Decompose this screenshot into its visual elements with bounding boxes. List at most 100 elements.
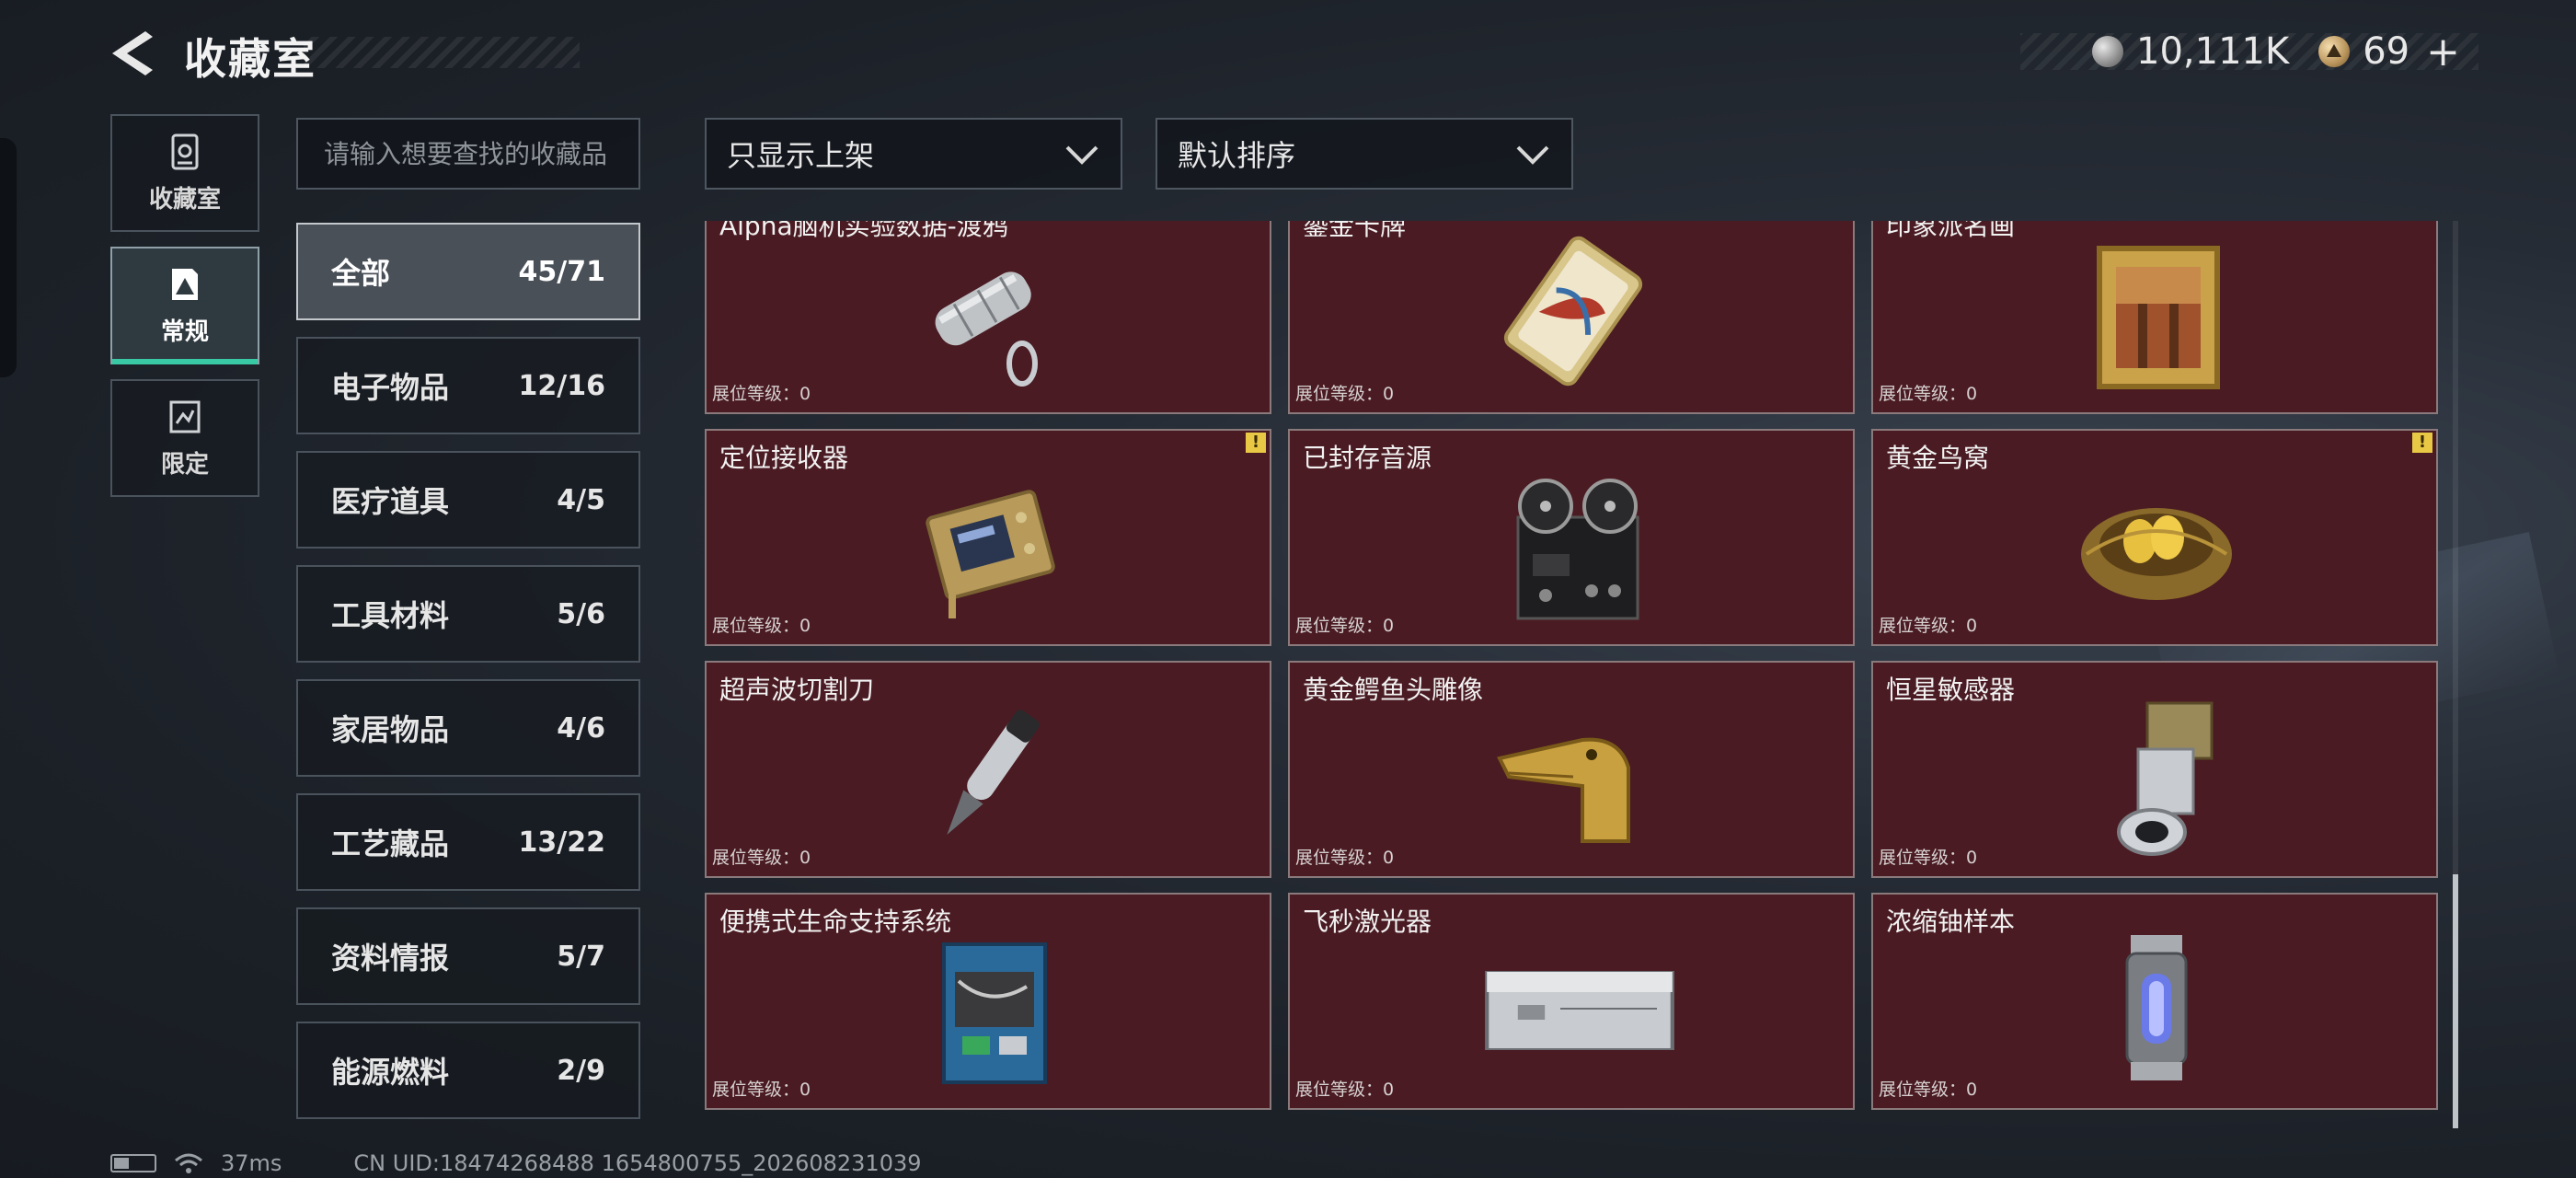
- gilded-card-icon: [1503, 236, 1643, 387]
- mode-tab-label: 收藏室: [148, 185, 221, 214]
- title-decoration: [304, 37, 580, 68]
- collectible-card[interactable]: 黄金鳄鱼头雕像 展位等级：0: [1288, 661, 1855, 878]
- category-crafts[interactable]: 工艺藏品 13/22: [296, 793, 640, 891]
- display-level: 展位等级：0: [712, 848, 811, 868]
- display-level: 展位等级：0: [1879, 384, 1978, 404]
- item-name: 飞秒激光器: [1303, 907, 1432, 937]
- item-name: Alpha脑机实验数据-渡鸦: [719, 221, 1008, 241]
- edge-handle: [0, 138, 17, 377]
- item-name: 定位接收器: [719, 443, 849, 473]
- mode-tab-label: 限定: [160, 450, 209, 479]
- mode-tab-regular[interactable]: 常规: [110, 247, 259, 364]
- display-level: 展位等级：0: [1295, 616, 1395, 636]
- category-name: 全部: [331, 256, 391, 291]
- category-count: 12/16: [518, 369, 605, 402]
- item-name: 恒星敏感器: [1886, 675, 2016, 705]
- category-tools[interactable]: 工具材料 5/6: [296, 565, 640, 663]
- collectible-card[interactable]: 超声波切割刀 展位等级：0: [705, 661, 1271, 878]
- collection-room-icon: [171, 133, 199, 169]
- item-name: 浓缩铀样本: [1886, 907, 2016, 937]
- status-bar: 37ms CN UID:18474268488 1654800755_20260…: [110, 1150, 922, 1176]
- sort-dropdown[interactable]: 默认排序: [1156, 118, 1573, 190]
- category-name: 能源燃料: [331, 1055, 450, 1090]
- display-level: 展位等级：0: [1879, 848, 1978, 868]
- category-count: 45/71: [518, 255, 605, 288]
- category-name: 资料情报: [331, 941, 450, 976]
- ping-value: 37ms: [221, 1150, 282, 1176]
- framed-painting-icon: [2097, 246, 2220, 389]
- display-level: 展位等级：0: [1879, 616, 1978, 636]
- ultrasonic-knife-icon: [947, 710, 1040, 835]
- user-uid: CN UID:18474268488 1654800755_2026082310…: [353, 1150, 922, 1176]
- sort-value: 默认排序: [1178, 138, 1296, 173]
- gold-triangle-coin-icon: [2318, 36, 2351, 67]
- mode-tab-collection-room[interactable]: 收藏室: [110, 114, 259, 232]
- gold-currency-value: 69: [2363, 30, 2410, 73]
- display-level: 展位等级：0: [1295, 384, 1395, 404]
- category-intel[interactable]: 资料情报 5/7: [296, 907, 640, 1005]
- category-count: 4/6: [557, 711, 605, 745]
- mode-tab-limited[interactable]: 限定: [110, 379, 259, 497]
- item-name: 印象派名画: [1886, 221, 2016, 241]
- display-level: 展位等级：0: [712, 384, 811, 404]
- display-filter-value: 只显示上架: [727, 138, 875, 173]
- category-name: 医疗道具: [331, 484, 450, 519]
- currency-bar: 10,111K 69 +: [2020, 29, 2478, 75]
- back-arrow-icon[interactable]: [109, 28, 156, 79]
- star-sensor-icon: [2117, 701, 2214, 856]
- chevron-down-icon: [1516, 145, 1549, 165]
- collectible-card[interactable]: 鎏金卡牌 ! 展位等级：0: [1288, 221, 1855, 414]
- category-medical[interactable]: 医疗道具 4/5: [296, 451, 640, 549]
- collectible-card[interactable]: 便携式生命支持系统 展位等级：0: [705, 893, 1271, 1110]
- grid-scrollbar-thumb[interactable]: [2453, 874, 2458, 1128]
- display-level: 展位等级：0: [712, 616, 811, 636]
- battery-icon: [110, 1154, 156, 1172]
- item-name: 超声波切割刀: [719, 675, 875, 705]
- category-all[interactable]: 全部 45/71: [296, 223, 640, 320]
- collectible-card[interactable]: 浓缩铀样本 展位等级：0: [1871, 893, 2438, 1110]
- collectible-card[interactable]: 飞秒激光器 展位等级：0: [1288, 893, 1855, 1110]
- golden-crocodile-statue-icon: [1497, 737, 1630, 843]
- warning-badge-icon: !: [2412, 433, 2432, 453]
- reel-to-reel-recorder-icon: [1516, 479, 1639, 620]
- femtosecond-laser-icon: [1485, 971, 1674, 1050]
- category-household[interactable]: 家居物品 4/6: [296, 679, 640, 777]
- category-count: 13/22: [518, 826, 605, 859]
- gold-receiver-box-icon: [926, 490, 1055, 618]
- uranium-capsule-icon: [2125, 935, 2188, 1080]
- collectible-card[interactable]: Alpha脑机实验数据-渡鸦 展位等级：0: [705, 221, 1271, 414]
- top-bar: 收藏室 10,111K 69 +: [0, 0, 2576, 110]
- search-input[interactable]: [296, 118, 640, 190]
- category-name: 家居物品: [331, 712, 450, 747]
- collectible-card[interactable]: 已封存音源 展位等级：0: [1288, 429, 1855, 646]
- silver-canister-keychain-icon: [935, 271, 1038, 387]
- item-name: 便携式生命支持系统: [719, 907, 952, 937]
- limited-icon: [169, 400, 201, 433]
- silver-currency-value: 10,111K: [2136, 30, 2290, 73]
- category-count: 2/9: [557, 1054, 605, 1087]
- category-electronics[interactable]: 电子物品 12/16: [296, 337, 640, 434]
- category-count: 5/7: [557, 940, 605, 973]
- collection-grid: Alpha脑机实验数据-渡鸦 展位等级：0 鎏金卡牌 ! 展位等级：0: [705, 221, 2444, 1128]
- golden-bird-nest-icon: [2081, 508, 2232, 600]
- display-level: 展位等级：0: [1295, 848, 1395, 868]
- category-fuel[interactable]: 能源燃料 2/9: [296, 1022, 640, 1119]
- collectible-card[interactable]: 恒星敏感器 展位等级：0: [1871, 661, 2438, 878]
- silver-coin-icon: [2092, 36, 2124, 67]
- collectible-card[interactable]: 黄金鸟窝 ! 展位等级：0: [1871, 429, 2438, 646]
- collectible-card[interactable]: 印象派名画 展位等级：0: [1871, 221, 2438, 414]
- display-level: 展位等级：0: [1879, 1080, 1978, 1100]
- life-support-unit-icon: [942, 942, 1047, 1084]
- item-name: 黄金鸟窝: [1886, 443, 1990, 473]
- category-name: 电子物品: [331, 370, 450, 405]
- add-currency-button[interactable]: +: [2426, 29, 2460, 75]
- mode-tab-label: 常规: [160, 318, 209, 346]
- item-name: 黄金鳄鱼头雕像: [1303, 675, 1484, 705]
- category-name: 工艺藏品: [331, 826, 450, 861]
- warning-badge-icon: !: [1246, 433, 1266, 453]
- collectible-card[interactable]: 定位接收器 ! 展位等级：0: [705, 429, 1271, 646]
- display-level: 展位等级：0: [1295, 1080, 1395, 1100]
- item-name: 已封存音源: [1303, 443, 1432, 473]
- item-name: 鎏金卡牌: [1303, 221, 1407, 241]
- display-filter-dropdown[interactable]: 只显示上架: [705, 118, 1122, 190]
